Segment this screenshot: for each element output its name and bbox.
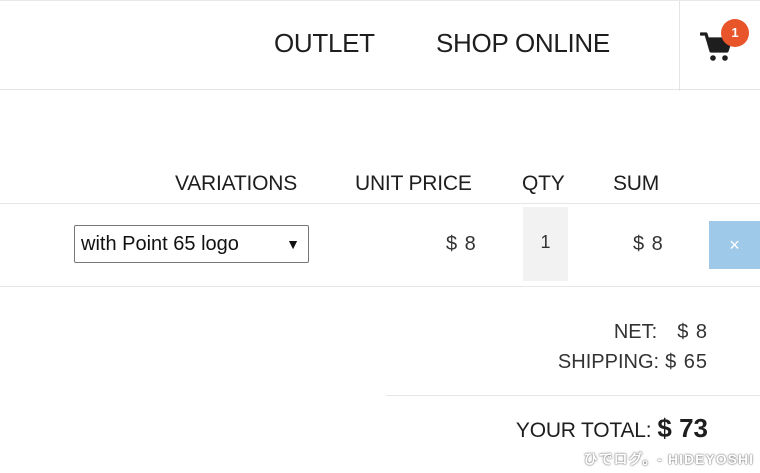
table-divider-top xyxy=(0,203,760,204)
column-header-sum: SUM xyxy=(613,172,660,195)
variation-select[interactable]: with Point 65 logo ▼ xyxy=(74,225,309,263)
shipping-line: SHIPPING: $ 65 xyxy=(558,351,708,374)
net-value: $ 8 xyxy=(677,321,708,343)
total-divider xyxy=(386,395,760,396)
unit-price-value: $ 8 xyxy=(446,233,477,255)
column-header-variations: VARIATIONS xyxy=(175,172,298,195)
dropdown-arrow-icon: ▼ xyxy=(286,236,300,252)
remove-item-button[interactable]: × xyxy=(709,221,760,269)
cart-button[interactable]: 1 xyxy=(679,1,760,91)
column-header-qty: QTY xyxy=(522,172,565,195)
total-line: YOUR TOTAL: $ 73 xyxy=(516,413,708,444)
net-label: NET: xyxy=(613,321,658,343)
nav-outlet-link[interactable]: OUTLET xyxy=(274,28,375,59)
header-bar: OUTLET SHOP ONLINE 1 xyxy=(0,0,760,91)
net-line: NET: $ 8 xyxy=(614,321,708,344)
column-header-unit-price: UNIT PRICE xyxy=(355,172,472,195)
nav-shop-online-link[interactable]: SHOP ONLINE xyxy=(436,28,610,59)
shipping-label: SHIPPING: xyxy=(557,351,660,373)
variation-select-value: with Point 65 logo xyxy=(81,233,239,255)
shipping-value: $ 65 xyxy=(665,351,708,373)
row-sum-value: $ 8 xyxy=(633,233,664,255)
table-divider-bottom xyxy=(0,286,760,287)
cart-count-badge: 1 xyxy=(721,19,749,47)
watermark-text: ひでログ。- HIDEYOSHI xyxy=(583,451,754,467)
total-label: YOUR TOTAL: xyxy=(515,419,652,442)
quantity-input[interactable]: 1 xyxy=(523,207,568,281)
total-value: $ 73 xyxy=(657,413,708,443)
